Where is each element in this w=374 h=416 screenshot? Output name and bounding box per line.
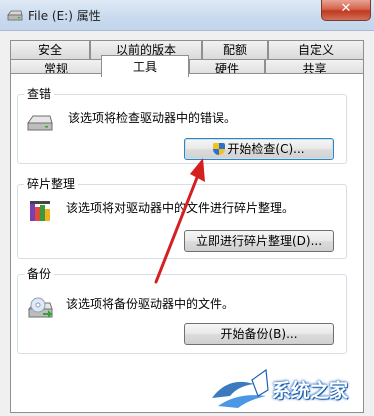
window-title: File (E:) 属性 [28,9,101,23]
annotation-arrow [154,158,205,284]
group-title-defrag: 碎片整理 [24,175,79,192]
close-button[interactable]: ✕ [321,0,371,21]
backup-icon [27,297,53,318]
group-desc-check: 该选项将检查驱动器中的错误。 [68,111,237,125]
shield-icon [213,143,226,155]
tab-tools[interactable]: 工具 [101,55,189,77]
defrag-icon [30,201,50,221]
title-bar: File (E:) 属性 ✕ [0,0,374,31]
group-desc-backup: 该选项将备份驱动器中的文件。 [66,297,235,311]
hard-drive-icon [27,115,53,131]
backup-now-button[interactable]: 开始备份(B)... [184,323,334,345]
check-now-label: 开始检查(C)... [227,142,305,156]
group-title-backup: 备份 [24,265,55,282]
watermark-text: 系统之家 [272,380,349,402]
tab-customize[interactable]: 自定义 [268,40,364,59]
group-title-check: 查错 [24,85,55,102]
tab-quota[interactable]: 配额 [202,40,268,59]
tab-security[interactable]: 安全 [10,40,90,59]
drive-icon [7,10,23,21]
